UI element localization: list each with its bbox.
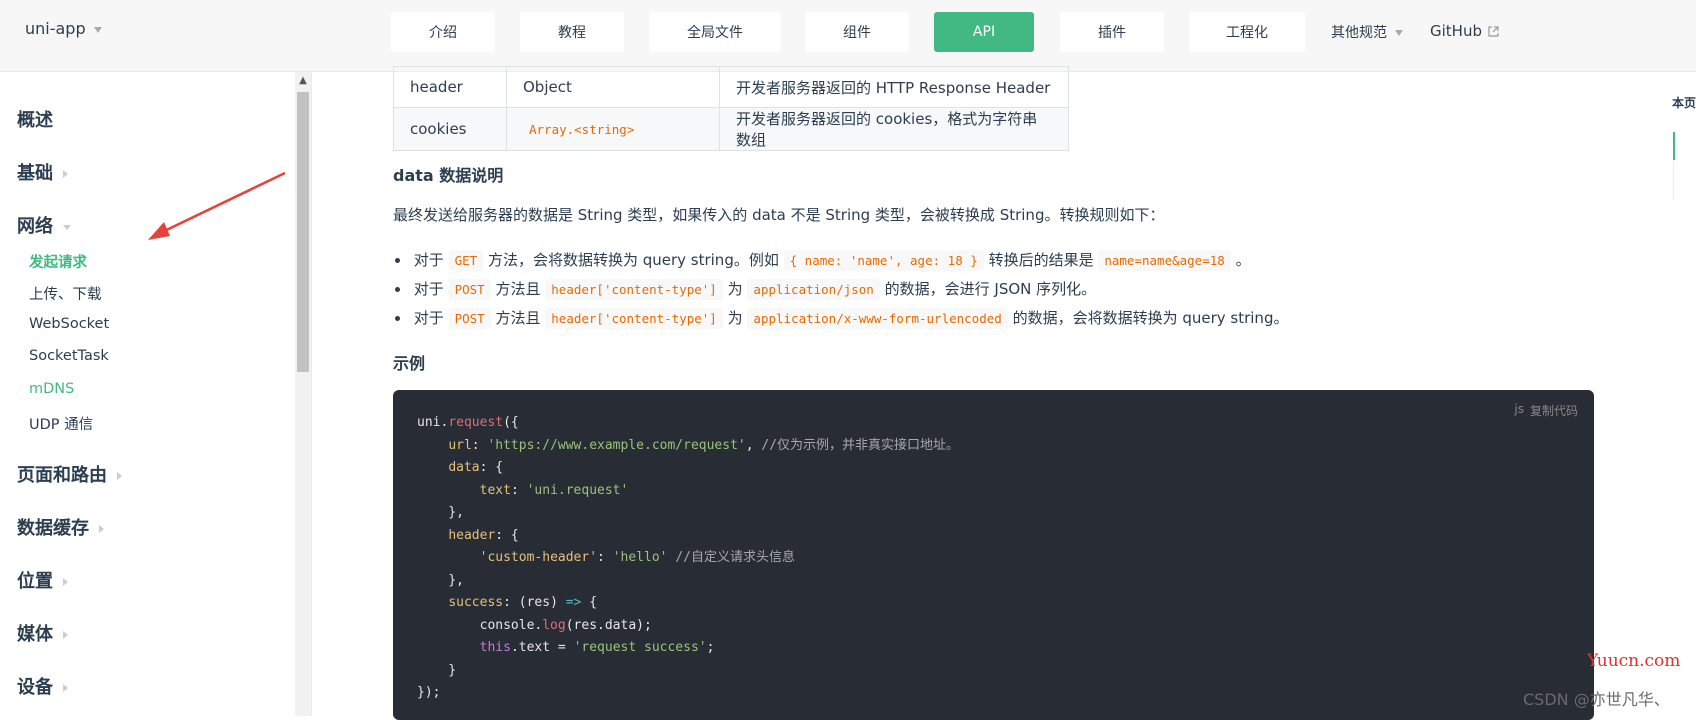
- nav-tab-intro[interactable]: 介绍: [391, 12, 495, 52]
- bullet-text: 对于: [413, 309, 444, 327]
- sidebar-group-overview[interactable]: 概述: [17, 106, 53, 132]
- inline-code: application/json: [747, 279, 880, 300]
- nav-other-label: 其他规范: [1331, 25, 1387, 41]
- bullet-text: 对于: [413, 251, 444, 269]
- response-table: header Object 开发者服务器返回的 HTTP Response He…: [393, 66, 1069, 151]
- sidebar-item-mdns[interactable]: mDNS: [29, 381, 74, 397]
- sidebar-group-label: 页面和路由: [17, 465, 107, 486]
- bullet-dot: [395, 316, 400, 321]
- nav-tab-engineering[interactable]: 工程化: [1189, 12, 1305, 52]
- sidebar-item-udp[interactable]: UDP 通信: [29, 413, 93, 434]
- type-code: Array.<string>: [523, 119, 641, 140]
- table-cell-type: Object: [506, 66, 720, 108]
- sidebar-group-network[interactable]: 网络: [17, 212, 71, 238]
- example-heading: 示例: [393, 354, 426, 373]
- nav-github-link[interactable]: GitHub: [1430, 22, 1499, 41]
- sidebar-scrollbar-thumb[interactable]: [297, 92, 309, 372]
- table-cell-type: Array.<string>: [506, 107, 720, 151]
- chevron-down-icon: [93, 26, 102, 33]
- bullet-text: 转换后的结果是: [988, 251, 1094, 269]
- table-cell-name: cookies: [393, 107, 507, 151]
- annotation-arrow-icon: [148, 171, 286, 240]
- chevron-right-icon: [63, 170, 68, 178]
- code-block: js 复制代码 uni.request({ url: 'https://www.…: [393, 390, 1594, 720]
- external-link-icon: [1488, 23, 1499, 41]
- bullet-text: 为: [727, 280, 743, 298]
- sidebar-item-websocket[interactable]: WebSocket: [29, 316, 109, 332]
- toc-track: [1673, 160, 1674, 200]
- chevron-down-icon: [63, 224, 71, 230]
- list-item: 对于 POST 方法且 header['content-type'] 为 app…: [395, 307, 1289, 329]
- chevron-down-icon: [1395, 30, 1403, 36]
- chevron-right-icon: [63, 578, 68, 586]
- sidebar-item-request[interactable]: 发起请求: [29, 251, 87, 272]
- sidebar-group-label: 基础: [17, 163, 53, 184]
- inline-code: name=name&age=18: [1098, 250, 1231, 271]
- toc-title: 本页: [1672, 96, 1696, 110]
- bullet-text: 。: [1235, 251, 1251, 269]
- table-row: header Object 开发者服务器返回的 HTTP Response He…: [393, 66, 1069, 108]
- sidebar-group-media[interactable]: 媒体: [17, 620, 68, 646]
- bullet-text: 的数据，会进行 JSON 序列化。: [884, 280, 1097, 298]
- bullet-text: 的数据，会将数据转换为 query string。: [1012, 309, 1289, 327]
- inline-code: { name: 'name', age: 18 }: [783, 250, 984, 271]
- chevron-right-icon: [117, 472, 122, 480]
- chevron-right-icon: [63, 684, 68, 692]
- sidebar-group-label: 位置: [17, 571, 53, 592]
- sidebar-group-device[interactable]: 设备: [17, 673, 68, 699]
- inline-code: header['content-type']: [545, 279, 723, 300]
- sidebar-group-label: 设备: [17, 677, 53, 698]
- nav-other-specs[interactable]: 其他规范: [1331, 22, 1403, 42]
- chevron-right-icon: [99, 525, 104, 533]
- brand-label: uni-app: [25, 19, 86, 38]
- inline-code: GET: [448, 250, 484, 271]
- inline-code: application/x-www-form-urlencoded: [747, 308, 1008, 329]
- sidebar-group-location[interactable]: 位置: [17, 567, 68, 593]
- nav-tab-components[interactable]: 组件: [805, 12, 909, 52]
- nav-tab-tutorial[interactable]: 教程: [520, 12, 624, 52]
- sidebar-group-label: 媒体: [17, 624, 53, 645]
- bullet-text: 为: [727, 309, 743, 327]
- sidebar-group-basics[interactable]: 基础: [17, 159, 68, 185]
- table-cell-desc: 开发者服务器返回的 HTTP Response Header: [719, 66, 1069, 108]
- bullet-dot: [395, 287, 400, 292]
- nav-tab-global-files[interactable]: 全局文件: [649, 12, 781, 52]
- bullet-text: 方法且: [495, 280, 541, 298]
- code-language-label: js: [1514, 402, 1524, 416]
- top-navbar: uni-app 介绍 教程 全局文件 组件 API 插件 工程化 其他规范 Gi…: [0, 0, 1696, 72]
- sidebar-item-upload-download[interactable]: 上传、下载: [29, 283, 102, 304]
- github-label: GitHub: [1430, 22, 1482, 40]
- table-cell-name: header: [393, 66, 507, 108]
- sidebar-item-sockettask[interactable]: SocketTask: [29, 348, 109, 364]
- inline-code: POST: [448, 279, 491, 300]
- inline-code: POST: [448, 308, 491, 329]
- csdn-watermark: CSDN @亦世凡华、: [1523, 690, 1670, 709]
- brand-menu[interactable]: uni-app: [25, 19, 102, 38]
- bullet-text: 方法，会将数据转换为 query string。例如: [487, 251, 779, 269]
- bullet-text: 方法且: [495, 309, 541, 327]
- scroll-up-arrow-icon[interactable]: ▲: [297, 74, 309, 88]
- toc-active-indicator: [1673, 132, 1675, 160]
- nav-tab-plugins[interactable]: 插件: [1060, 12, 1164, 52]
- data-section-intro: 最终发送给服务器的数据是 String 类型，如果传入的 data 不是 Str…: [393, 206, 1165, 224]
- data-section-heading: data 数据说明: [393, 166, 504, 185]
- sidebar-group-pages-routing[interactable]: 页面和路由: [17, 461, 122, 487]
- table-cell-desc: 开发者服务器返回的 cookies，格式为字符串数组: [719, 107, 1069, 151]
- bullet-dot: [395, 258, 400, 263]
- nav-tab-api[interactable]: API: [934, 12, 1034, 52]
- code-content: uni.request({ url: 'https://www.example.…: [417, 415, 960, 700]
- site-watermark: Yuucn.com: [1587, 651, 1681, 671]
- sidebar-group-storage[interactable]: 数据缓存: [17, 514, 104, 540]
- list-item: 对于 GET 方法，会将数据转换为 query string。例如 { name…: [395, 249, 1251, 271]
- bullet-text: 对于: [413, 280, 444, 298]
- sidebar-group-label: 数据缓存: [17, 518, 89, 539]
- table-row: cookies Array.<string> 开发者服务器返回的 cookies…: [393, 107, 1069, 151]
- sidebar-group-label: 网络: [17, 216, 53, 237]
- inline-code: header['content-type']: [545, 308, 723, 329]
- chevron-right-icon: [63, 631, 68, 639]
- list-item: 对于 POST 方法且 header['content-type'] 为 app…: [395, 278, 1097, 300]
- copy-code-button[interactable]: 复制代码: [1530, 402, 1578, 419]
